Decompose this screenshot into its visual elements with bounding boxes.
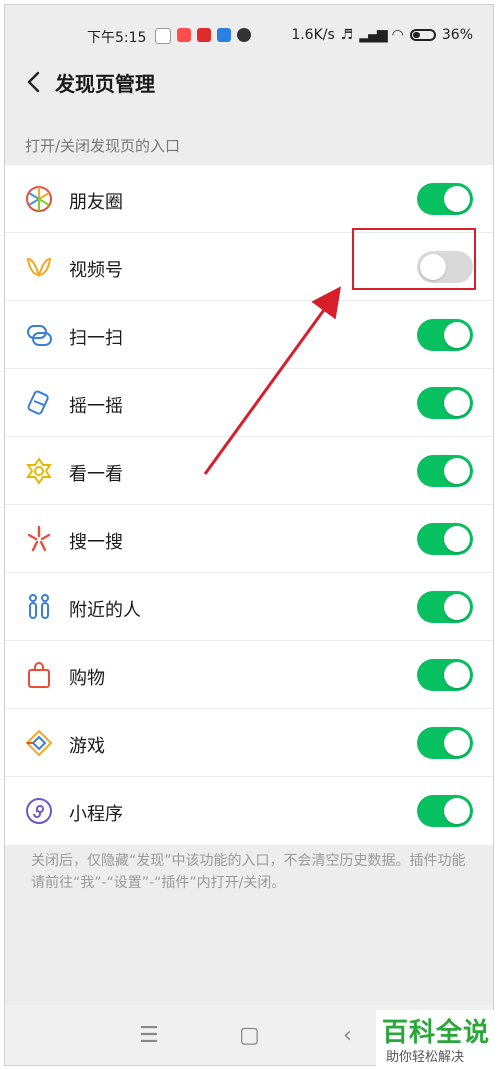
watermark-logo: 百科全说 助你轻松解决 bbox=[376, 1010, 494, 1066]
watermark-title: 百科全说 bbox=[382, 1018, 491, 1048]
annotation-arrow bbox=[203, 286, 342, 475]
watermark-subtitle: 助你轻松解决 bbox=[386, 1050, 465, 1065]
